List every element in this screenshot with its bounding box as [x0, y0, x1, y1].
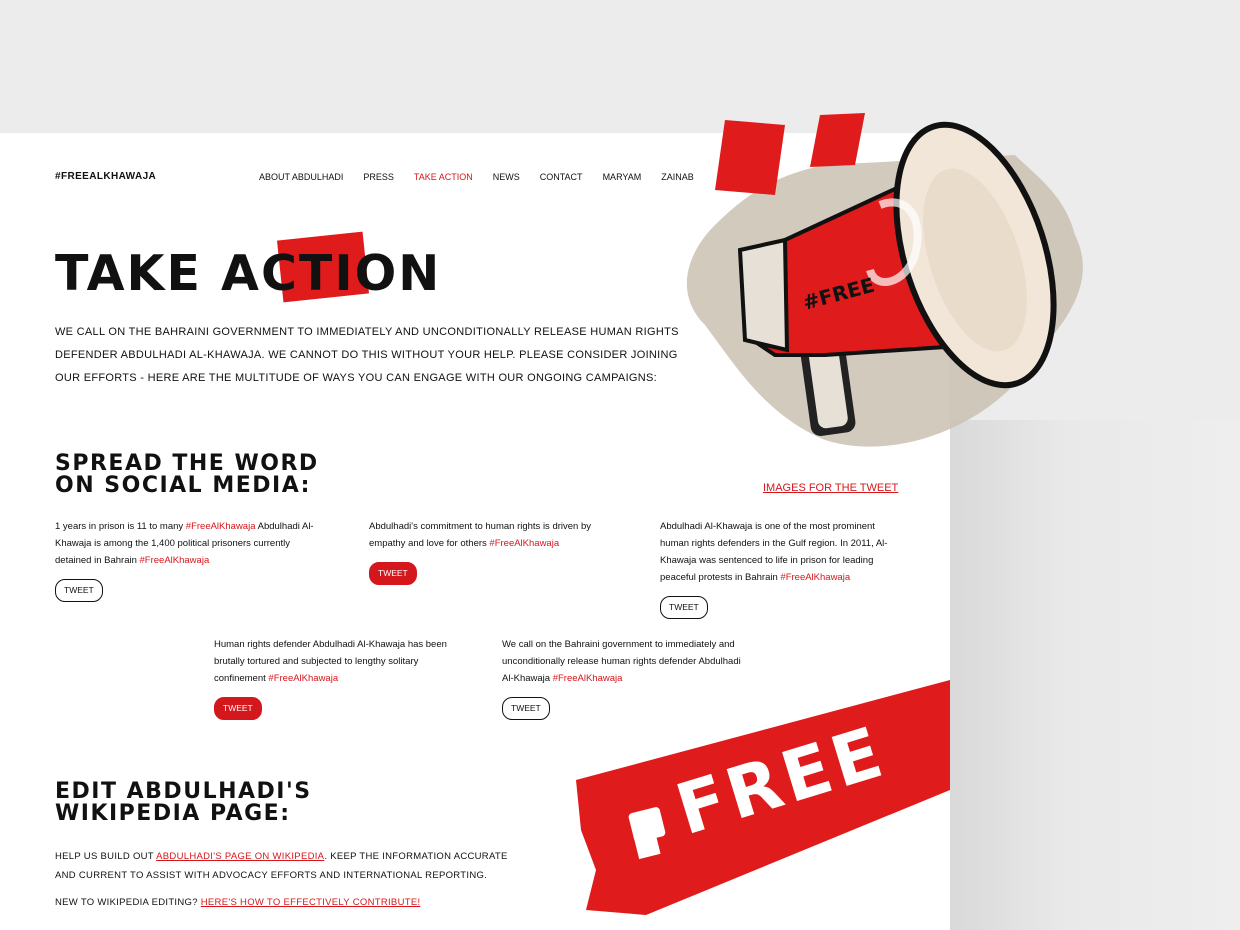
tweet-button[interactable]: TWEET: [660, 596, 708, 619]
tweet-button[interactable]: TWEET: [214, 697, 262, 720]
wikipedia-heading: EDIT ABDULHADI'S WIKIPEDIA PAGE:: [55, 779, 312, 826]
wikipedia-help-text: NEW TO WIKIPEDIA EDITING? HERE'S HOW TO …: [55, 897, 421, 908]
tweet-button[interactable]: TWEET: [369, 562, 417, 585]
nav-take-action[interactable]: TAKE ACTION: [414, 172, 473, 182]
tweet-button[interactable]: TWEET: [502, 697, 550, 720]
tweet-card: Abdulhadi Al-Khawaja is one of the most …: [660, 518, 900, 619]
nav-news[interactable]: NEWS: [493, 172, 520, 182]
main-nav: ABOUT ABDULHADI PRESS TAKE ACTION NEWS C…: [259, 172, 694, 182]
nav-press[interactable]: PRESS: [363, 172, 394, 182]
tweet-card: 1 years in prison is 11 to many #FreeAlK…: [55, 518, 315, 602]
site-logo[interactable]: #FREEALKHAWAJA: [55, 171, 156, 182]
page-title: TAKE ACTION: [55, 245, 442, 302]
nav-contact[interactable]: CONTACT: [540, 172, 583, 182]
nav-maryam[interactable]: MARYAM: [603, 172, 642, 182]
tweet-card: Abdulhadi's commitment to human rights i…: [369, 518, 609, 585]
free-banner: FREE: [576, 680, 950, 915]
megaphone-illustration: #FREE: [686, 113, 1083, 447]
tweet-card: Human rights defender Abdulhadi Al-Khawa…: [214, 636, 454, 720]
social-heading: SPREAD THE WORD ON SOCIAL MEDIA:: [55, 451, 319, 498]
wikipedia-page-link[interactable]: ABDULHADI'S PAGE ON WIKIPEDIA: [156, 851, 324, 862]
wikipedia-text: HELP US BUILD OUT ABDULHADI'S PAGE ON WI…: [55, 851, 508, 881]
contribute-guide-link[interactable]: HERE'S HOW TO EFFECTIVELY CONTRIBUTE!: [201, 897, 421, 908]
page-shadow: [950, 420, 1240, 930]
images-for-tweet-link[interactable]: IMAGES FOR THE TWEET: [763, 482, 898, 494]
nav-about[interactable]: ABOUT ABDULHADI: [259, 172, 343, 182]
tweet-button[interactable]: TWEET: [55, 579, 103, 602]
intro-text: WE CALL ON THE BAHRAINI GOVERNMENT TO IM…: [55, 326, 679, 384]
